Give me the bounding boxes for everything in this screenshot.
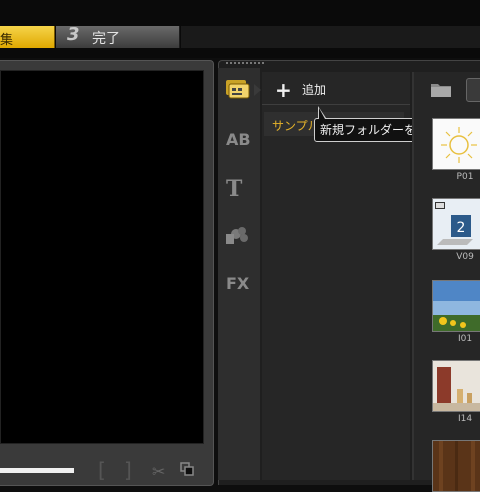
list-divider [262, 104, 410, 105]
step-active-label: 集 [0, 33, 14, 48]
copy-icon[interactable] [180, 462, 194, 476]
tooltip-pointer-inner [319, 108, 325, 119]
fx-icon[interactable]: FX [226, 274, 249, 293]
thumbnail-label: P01 [456, 172, 474, 182]
scissors-icon[interactable]: ✂ [152, 462, 165, 481]
thumbnail-image[interactable] [432, 118, 480, 170]
step-3-label: 完了 [92, 31, 120, 47]
folder-item-label: サンプル [272, 119, 320, 133]
add-icon[interactable]: + [275, 78, 292, 102]
add-folder-button[interactable]: 追加 [302, 81, 326, 98]
step-3-number: 3 [67, 24, 80, 45]
media-library-icon[interactable] [224, 78, 252, 100]
step-bar-filler [181, 26, 480, 48]
thumbnail-label: I01 [457, 334, 473, 344]
thumbnail-label: I14 [457, 414, 473, 424]
thumbnail-video[interactable]: 2 [432, 198, 480, 250]
thumbnail-photo[interactable] [432, 280, 480, 332]
active-tab-pointer [254, 84, 261, 96]
thumbnail-label: V09 [456, 252, 474, 262]
mark-out-icon[interactable]: ] [124, 458, 132, 482]
panel-grip[interactable] [226, 62, 266, 64]
folder-icon[interactable] [430, 80, 452, 98]
svg-text:2: 2 [457, 220, 466, 236]
playback-progress-bar[interactable] [0, 468, 74, 473]
thumbnail-photo[interactable] [432, 360, 480, 412]
mark-in-icon[interactable]: [ [98, 458, 106, 482]
thumbnail-wood[interactable] [432, 440, 480, 492]
media-view-button[interactable] [466, 78, 480, 102]
title-icon[interactable]: T [226, 176, 242, 202]
graphics-icon[interactable] [224, 222, 252, 248]
preview-screen [0, 70, 204, 444]
transition-icon[interactable]: AB [226, 130, 251, 149]
